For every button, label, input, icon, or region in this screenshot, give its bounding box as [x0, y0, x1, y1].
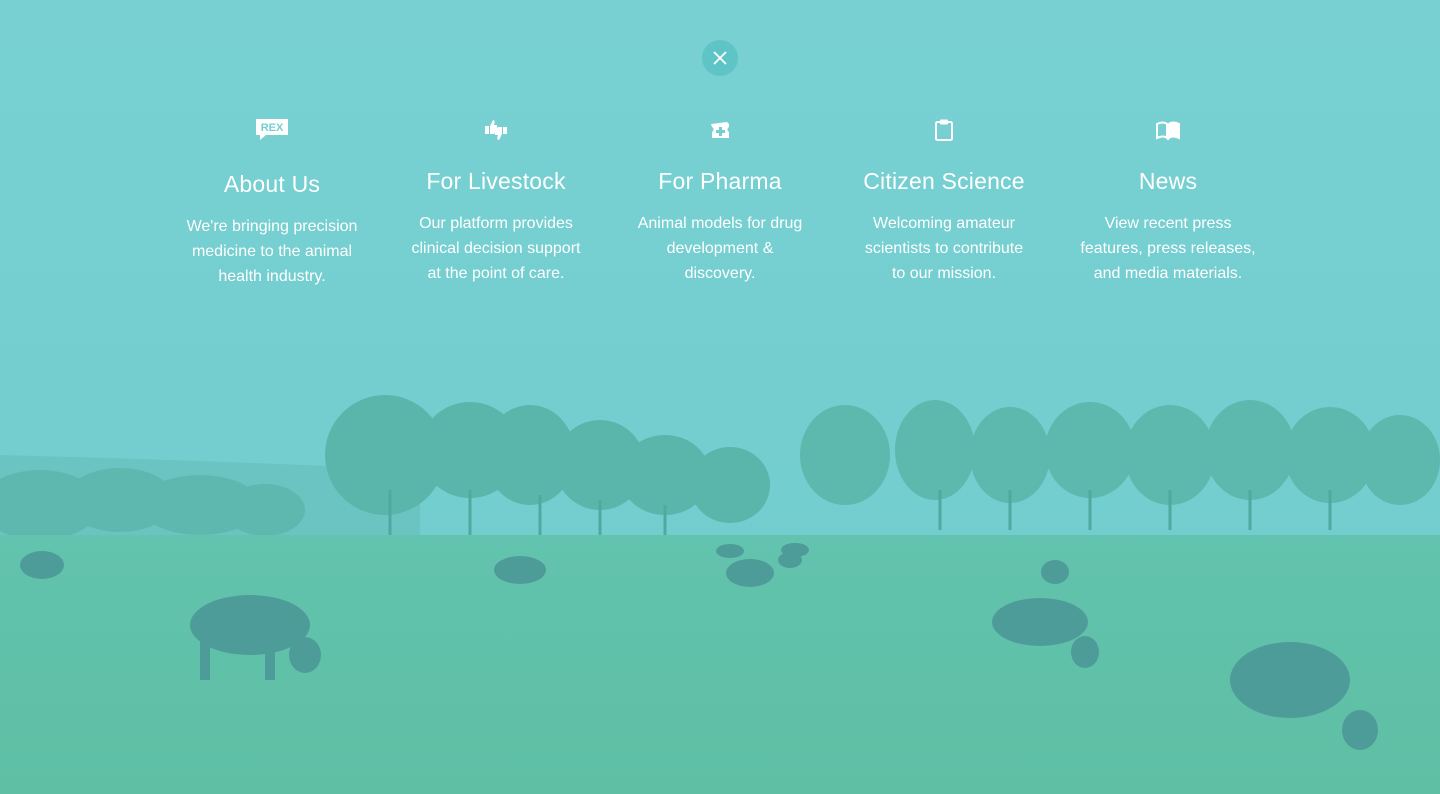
- menu-item-title: Citizen Science: [863, 168, 1025, 194]
- menu-item-description: Our platform provides clinical decision …: [411, 215, 581, 282]
- menu-item-description: Animal models for drug development & dis…: [637, 215, 803, 282]
- menu-item-about-us[interactable]: REX About Us We're bringing precision me…: [160, 110, 384, 289]
- menu-item-title: News: [1138, 168, 1198, 194]
- overlay-menu: REX About Us We're bringing precision me…: [160, 110, 1280, 289]
- menu-item-for-livestock[interactable]: For Livestock Our platform provides clin…: [384, 110, 608, 289]
- menu-item-news[interactable]: News View recent press features, press r…: [1056, 110, 1280, 289]
- menu-item-title: For Livestock: [426, 168, 566, 194]
- clipboard-icon: [933, 110, 955, 150]
- close-button[interactable]: [702, 40, 738, 76]
- menu-item-for-pharma[interactable]: For Pharma Animal models for drug develo…: [608, 110, 832, 289]
- menu-item-title: About Us: [223, 171, 321, 197]
- menu-item-citizen-science[interactable]: Citizen Science Welcoming amateur scient…: [832, 110, 1056, 289]
- rex-logo-icon: REX: [254, 110, 290, 150]
- medicine-box-icon: [708, 110, 732, 150]
- menu-item-description: We're bringing precision medicine to the…: [186, 218, 358, 285]
- book-icon: [1155, 110, 1181, 150]
- menu-item-description: Welcoming amateur scientists to contribu…: [864, 215, 1024, 282]
- close-icon: [713, 51, 727, 65]
- menu-item-title: For Pharma: [658, 168, 782, 194]
- menu-item-description: View recent press features, press releas…: [1080, 215, 1256, 282]
- thumbs-icon: [482, 110, 510, 150]
- svg-text:REX: REX: [261, 122, 284, 134]
